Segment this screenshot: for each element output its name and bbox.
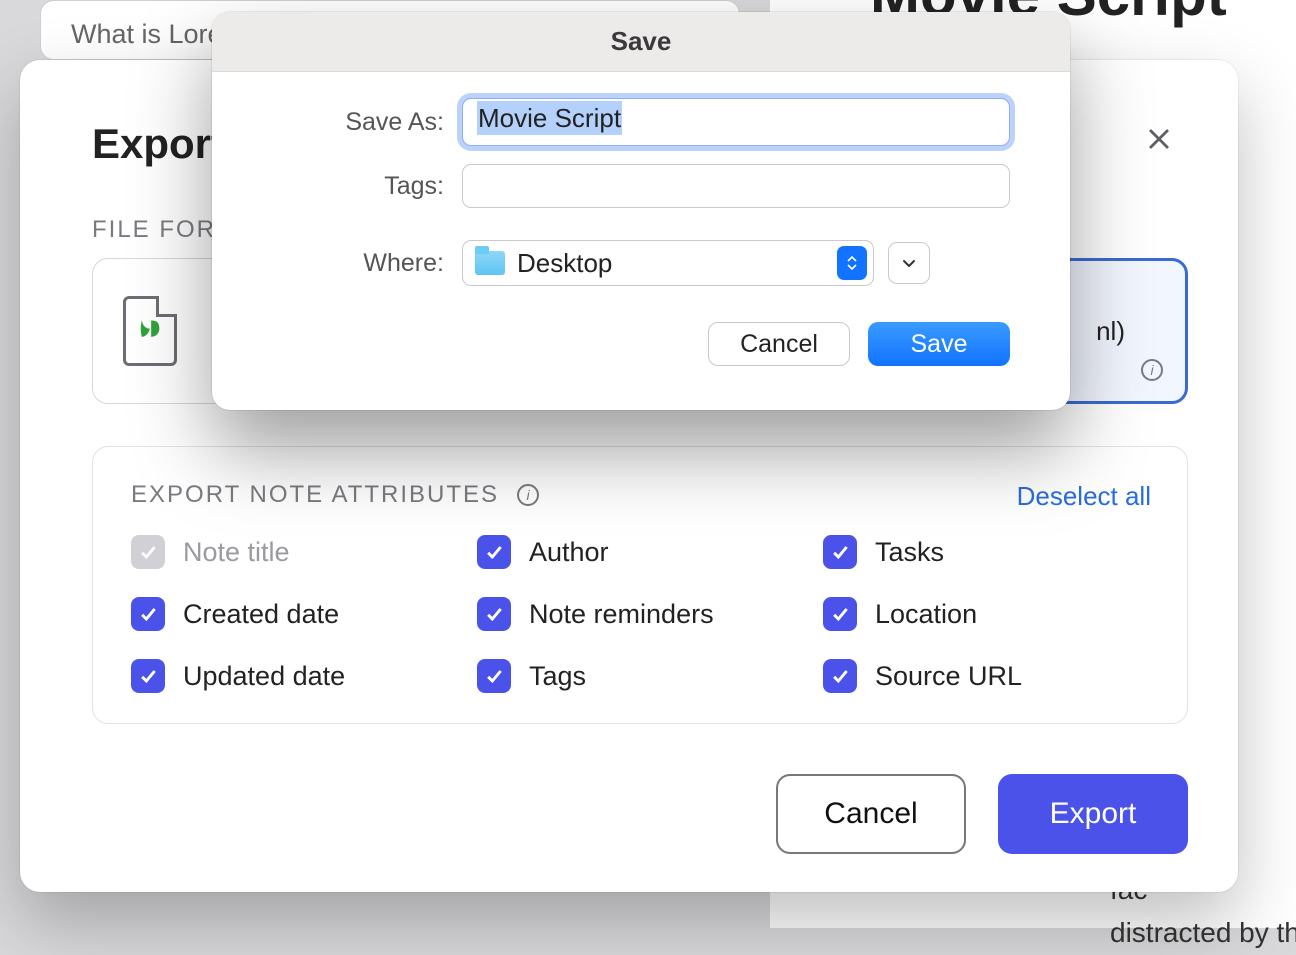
expand-disclosure-button[interactable] — [888, 242, 930, 284]
checkbox-tags[interactable] — [477, 659, 511, 693]
where-value: Desktop — [517, 248, 612, 279]
attr-label: Tasks — [875, 537, 944, 568]
attr-label: Created date — [183, 599, 339, 630]
save-as-value: Movie Script — [477, 101, 622, 135]
attr-location[interactable]: Location — [823, 597, 1149, 631]
cancel-button[interactable]: Cancel — [776, 774, 966, 854]
format-label: nl) — [1096, 316, 1125, 347]
save-as-input[interactable]: Movie Script — [462, 98, 1010, 146]
save-action-row: Cancel Save — [272, 322, 1010, 366]
attr-author[interactable]: Author — [477, 535, 803, 569]
tags-label: Tags: — [272, 172, 462, 201]
attr-label: Author — [529, 537, 609, 568]
tags-input[interactable] — [462, 164, 1010, 208]
attr-label: Source URL — [875, 661, 1022, 692]
export-button[interactable]: Export — [998, 774, 1188, 854]
export-action-row: Cancel Export — [776, 774, 1188, 854]
save-button[interactable]: Save — [868, 322, 1010, 366]
attr-label: Tags — [529, 661, 586, 692]
deselect-all-link[interactable]: Deselect all — [1017, 481, 1151, 512]
attr-updated-date[interactable]: Updated date — [131, 659, 457, 693]
attributes-label: EXPORT NOTE ATTRIBUTES — [131, 481, 499, 509]
where-label: Where: — [272, 249, 462, 278]
attr-note-title: Note title — [131, 535, 457, 569]
checkbox-location[interactable] — [823, 597, 857, 631]
save-title: Save — [212, 12, 1070, 72]
checkbox-tasks[interactable] — [823, 535, 857, 569]
attr-label: Updated date — [183, 661, 345, 692]
info-icon[interactable]: i — [517, 484, 539, 506]
checkbox-created-date[interactable] — [131, 597, 165, 631]
checkbox-note-title — [131, 535, 165, 569]
attr-label: Location — [875, 599, 977, 630]
attr-label: Note reminders — [529, 599, 714, 630]
attr-note-reminders[interactable]: Note reminders — [477, 597, 803, 631]
folder-icon — [475, 251, 505, 275]
save-as-label: Save As: — [272, 108, 462, 137]
attr-tasks[interactable]: Tasks — [823, 535, 1149, 569]
checkbox-updated-date[interactable] — [131, 659, 165, 693]
attr-tags[interactable]: Tags — [477, 659, 803, 693]
checkbox-author[interactable] — [477, 535, 511, 569]
where-popup[interactable]: Desktop — [462, 240, 874, 286]
attr-created-date[interactable]: Created date — [131, 597, 457, 631]
checkbox-source-url[interactable] — [823, 659, 857, 693]
export-attributes-panel: EXPORT NOTE ATTRIBUTES i Deselect all No… — [92, 446, 1188, 724]
checkbox-note-reminders[interactable] — [477, 597, 511, 631]
save-sheet: Save Save As: Movie Script Tags: Where: … — [212, 12, 1070, 410]
file-icon — [123, 296, 177, 366]
attr-label: Note title — [183, 537, 290, 568]
updown-stepper-icon — [837, 246, 867, 280]
cancel-button[interactable]: Cancel — [708, 322, 850, 366]
info-icon[interactable]: i — [1141, 359, 1163, 381]
attr-source-url[interactable]: Source URL — [823, 659, 1149, 693]
close-button[interactable] — [1138, 118, 1180, 160]
